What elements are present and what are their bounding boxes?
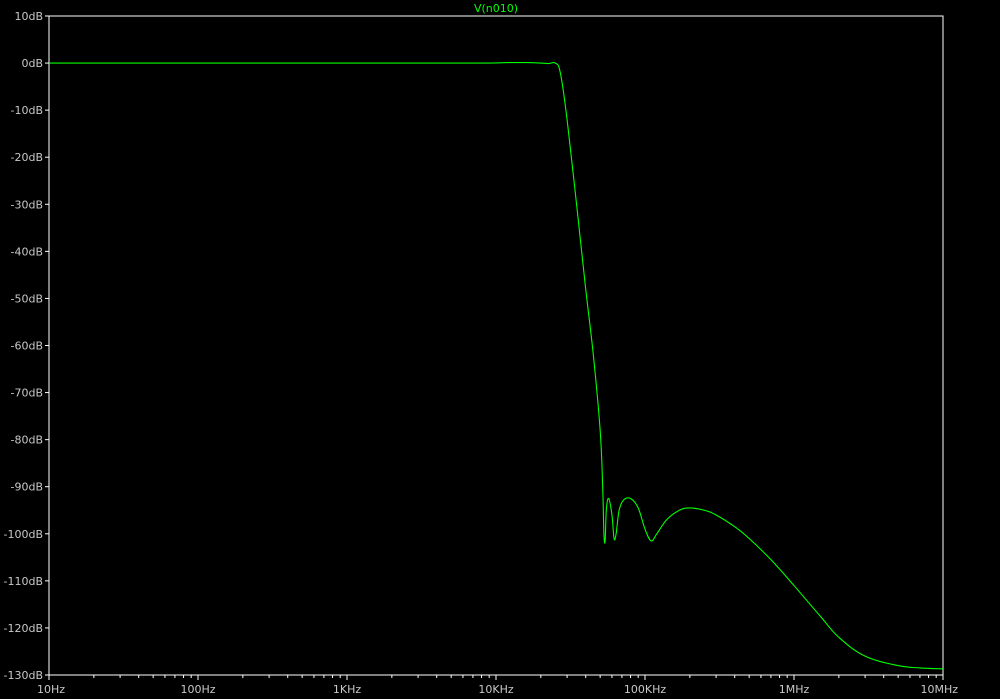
y-tick-label: 10dB (14, 10, 43, 23)
x-axis: 10Hz 100Hz 1KHz 10KHz 100KHz 1MHz 10MHz (37, 675, 958, 696)
x-tick-label: 10KHz (478, 683, 513, 696)
y-tick-label: -100dB (4, 528, 44, 541)
x-tick-label: 1KHz (333, 683, 361, 696)
y-tick-label: -80dB (11, 434, 44, 447)
y-tick-label: -110dB (4, 575, 44, 588)
y-tick-label: -20dB (11, 151, 44, 164)
series-line[interactable] (49, 61, 944, 670)
y-tick-label: -10dB (11, 104, 44, 117)
chart-title[interactable]: V(n010) (474, 2, 518, 15)
y-axis: 10dB 0dB -10dB -20dB -30dB -40dB -50dB -60dB -70… (4, 10, 49, 682)
y-tick-label: -130dB (4, 669, 44, 682)
y-tick-label: -120dB (4, 622, 44, 635)
x-tick-label: 10Hz (37, 683, 65, 696)
y-tick-label: -70dB (11, 387, 44, 400)
y-tick-label: 0dB (21, 57, 43, 70)
y-tick-label: -40dB (11, 245, 44, 258)
x-tick-label: 1MHz (779, 683, 810, 696)
y-tick-label: -50dB (11, 292, 44, 305)
series-points (48, 61, 945, 670)
plot-frame (48, 15, 944, 676)
y-tick-label: -60dB (11, 340, 44, 353)
y-tick-label: -90dB (11, 481, 44, 494)
x-tick-label: 10MHz (920, 683, 958, 696)
y-tick-label: -30dB (11, 198, 44, 211)
x-tick-label: 100KHz (624, 683, 666, 696)
x-tick-label: 100Hz (180, 683, 215, 696)
chart: V(n010) 10dB 0dB -10dB -20dB -30dB -40dB -50dB… (4, 2, 959, 696)
